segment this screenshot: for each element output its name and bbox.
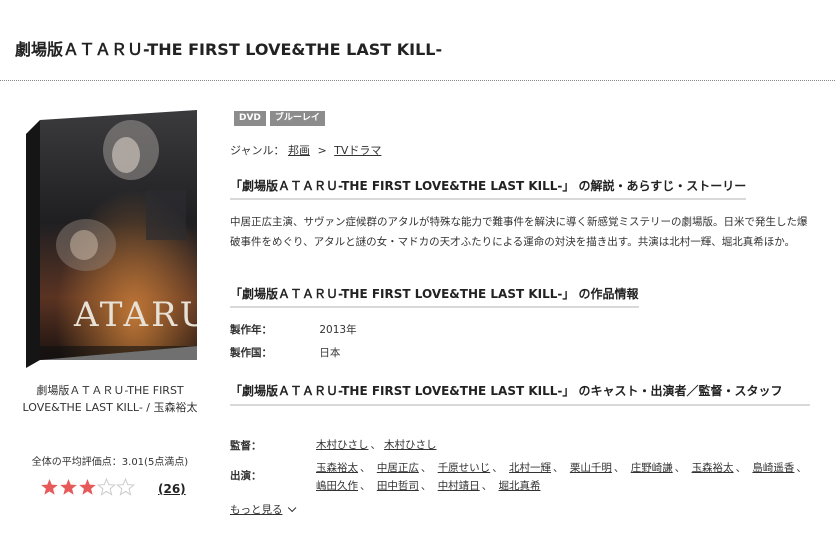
director-link[interactable]: 木村ひさし [316, 439, 369, 451]
genre-link-houga[interactable]: 邦画 [288, 144, 310, 157]
star-filled-icon [41, 479, 58, 495]
star-empty-icon [116, 478, 135, 496]
cast-link[interactable]: 堀北真希 [499, 480, 541, 492]
average-rating-text: 全体の平均評価点：3.01(5点満点) [31, 457, 189, 468]
review-count-link[interactable]: (26) [158, 482, 186, 496]
director-list: 木村ひさし、木村ひさし [316, 439, 437, 451]
bluray-badge: ブルーレイ [269, 111, 325, 126]
director-label: 監督： [230, 440, 262, 452]
page-title: 劇場版ＡＴＡＲＵ-THE FIRST LOVE&THE LAST KILL- [15, 40, 443, 59]
product-name: 劇場版ＡＴＡＲＵ-THE FIRST LOVE&THE LAST KILL- /… [22, 384, 198, 414]
production-year-row: 製作年： 2013年 [230, 322, 357, 337]
synopsis-text: 中居正広主演、サヴァン症候群のアタルが特殊な能力で難事件を解決に導く新感覚ミステ… [230, 216, 808, 248]
genre-label: ジャンル： [230, 144, 285, 157]
production-country-value: 日本 [319, 347, 341, 359]
cover-title-text: ATARU [73, 295, 197, 335]
chevron-down-icon [287, 503, 296, 513]
cast-list: 玉森裕太、 中居正広、 千原せいじ、 北村一輝、 栗山千明、 庄野崎謙、 玉森裕… [316, 462, 807, 492]
cast-link[interactable]: 嶋田久作 [316, 480, 358, 492]
synopsis-heading: 「劇場版ＡＴＡＲＵ-THE FIRST LOVE&THE LAST KILL-」… [230, 177, 747, 200]
star-rating [40, 478, 135, 496]
genre-separator: > [317, 144, 327, 157]
cast-link[interactable]: 田中哲司 [377, 480, 419, 492]
cast-link[interactable]: 千原せいじ [438, 462, 491, 474]
production-year-label: 製作年： [230, 324, 272, 336]
show-more-link[interactable]: もっと見る [230, 502, 296, 517]
genre-breadcrumb: ジャンル： 邦画 > TVドラマ [230, 142, 381, 158]
production-year-value: 2013年 [319, 324, 357, 336]
production-country-row: 製作国： 日本 [230, 345, 340, 360]
title-divider [0, 80, 835, 81]
cast-link[interactable]: 中居正広 [377, 462, 419, 474]
cast-link[interactable]: 中村靖日 [438, 480, 480, 492]
dvd-cover-image[interactable]: ATARU [26, 110, 197, 368]
cast-link[interactable]: 北村一輝 [509, 462, 551, 474]
cast-link[interactable]: 栗山千明 [570, 462, 612, 474]
cast-link[interactable]: 庄野崎謙 [631, 462, 673, 474]
cast-link[interactable]: 島崎遥香 [752, 462, 794, 474]
star-empty-icon [97, 478, 116, 496]
show-more-label: もっと見る [230, 504, 283, 516]
cast-label: 出演： [230, 470, 262, 482]
work-info-heading: 「劇場版ＡＴＡＲＵ-THE FIRST LOVE&THE LAST KILL-」… [230, 285, 639, 308]
star-filled-icon [60, 479, 77, 495]
production-country-label: 製作国： [230, 347, 272, 359]
cast-heading: 「劇場版ＡＴＡＲＵ-THE FIRST LOVE&THE LAST KILL-」… [230, 381, 810, 406]
director-link[interactable]: 木村ひさし [384, 439, 437, 451]
star-filled-icon [79, 479, 96, 495]
dvd-badge: DVD [234, 111, 266, 126]
cast-link[interactable]: 玉森裕太 [316, 462, 358, 474]
genre-link-tvdrama[interactable]: TVドラマ [334, 144, 381, 157]
cast-link[interactable]: 玉森裕太 [692, 462, 734, 474]
